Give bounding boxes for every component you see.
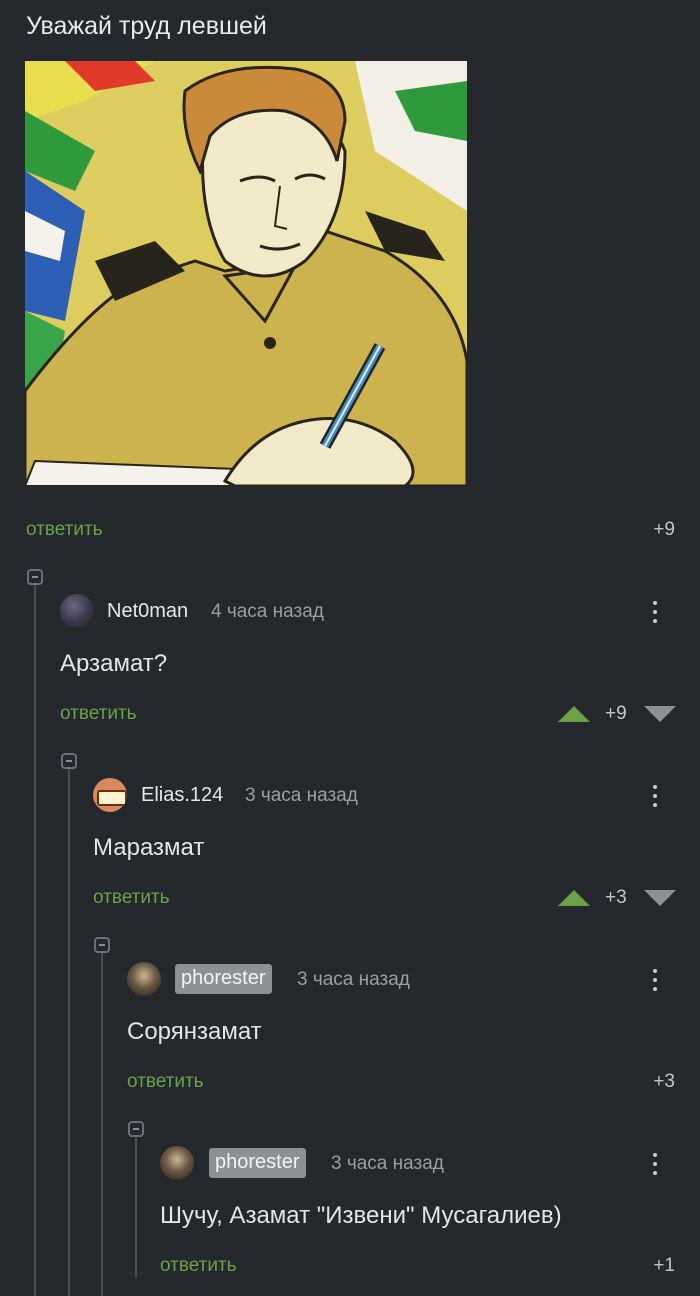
comment-time: 3 часа назад xyxy=(331,1153,444,1174)
more-options-icon[interactable] xyxy=(645,597,665,627)
more-options-icon[interactable] xyxy=(645,965,665,995)
comment-time: 3 часа назад xyxy=(245,785,358,806)
post-reply-link[interactable]: ответить xyxy=(26,519,103,541)
reply-link[interactable]: ответить xyxy=(93,887,170,909)
avatar[interactable] xyxy=(93,778,127,812)
collapse-button[interactable] xyxy=(128,1121,144,1137)
thread-line[interactable] xyxy=(68,764,70,1296)
thread-line[interactable] xyxy=(34,580,36,1296)
comment-rating: +3 xyxy=(653,1071,675,1092)
post-title: Уважай труд левшей xyxy=(26,12,267,40)
comment-text: Маразмат xyxy=(93,834,205,861)
post-image[interactable] xyxy=(25,61,467,486)
comment-rating: +1 xyxy=(653,1255,675,1276)
more-options-icon[interactable] xyxy=(645,1149,665,1179)
comment-text: Сорянзамат xyxy=(127,1018,262,1045)
post-rating: +9 xyxy=(653,519,675,540)
collapse-button[interactable] xyxy=(27,569,43,585)
cartoon-officer-writing-icon xyxy=(25,61,467,486)
upvote-icon[interactable] xyxy=(558,890,590,906)
upvote-icon[interactable] xyxy=(558,706,590,722)
collapse-button[interactable] xyxy=(94,937,110,953)
comment-text: Шучу, Азамат "Извени" Мусагалиев) xyxy=(160,1202,562,1229)
thread-line[interactable] xyxy=(101,948,103,1296)
comment-rating: +9 xyxy=(605,703,627,724)
avatar[interactable] xyxy=(160,1146,194,1180)
avatar[interactable] xyxy=(127,962,161,996)
reply-link[interactable]: ответить xyxy=(160,1255,237,1277)
comment-rating: +3 xyxy=(605,887,627,908)
avatar-teeth xyxy=(97,790,127,806)
avatar[interactable] xyxy=(60,594,94,628)
collapse-button[interactable] xyxy=(61,753,77,769)
comment-text: Арзамат? xyxy=(60,650,168,677)
comment-username[interactable]: Net0man xyxy=(107,600,188,623)
reply-link[interactable]: ответить xyxy=(60,703,137,725)
comment-username[interactable]: Elias.124 xyxy=(141,784,223,807)
thread-line[interactable] xyxy=(135,1132,137,1277)
reply-link[interactable]: ответить xyxy=(127,1071,204,1093)
more-options-icon[interactable] xyxy=(645,781,665,811)
author-badge-username[interactable]: phorester xyxy=(175,964,272,994)
downvote-icon[interactable] xyxy=(644,706,676,722)
comment-time: 4 часа назад xyxy=(211,601,324,622)
author-badge-username[interactable]: phorester xyxy=(209,1148,306,1178)
downvote-icon[interactable] xyxy=(644,890,676,906)
comment-time: 3 часа назад xyxy=(297,969,410,990)
